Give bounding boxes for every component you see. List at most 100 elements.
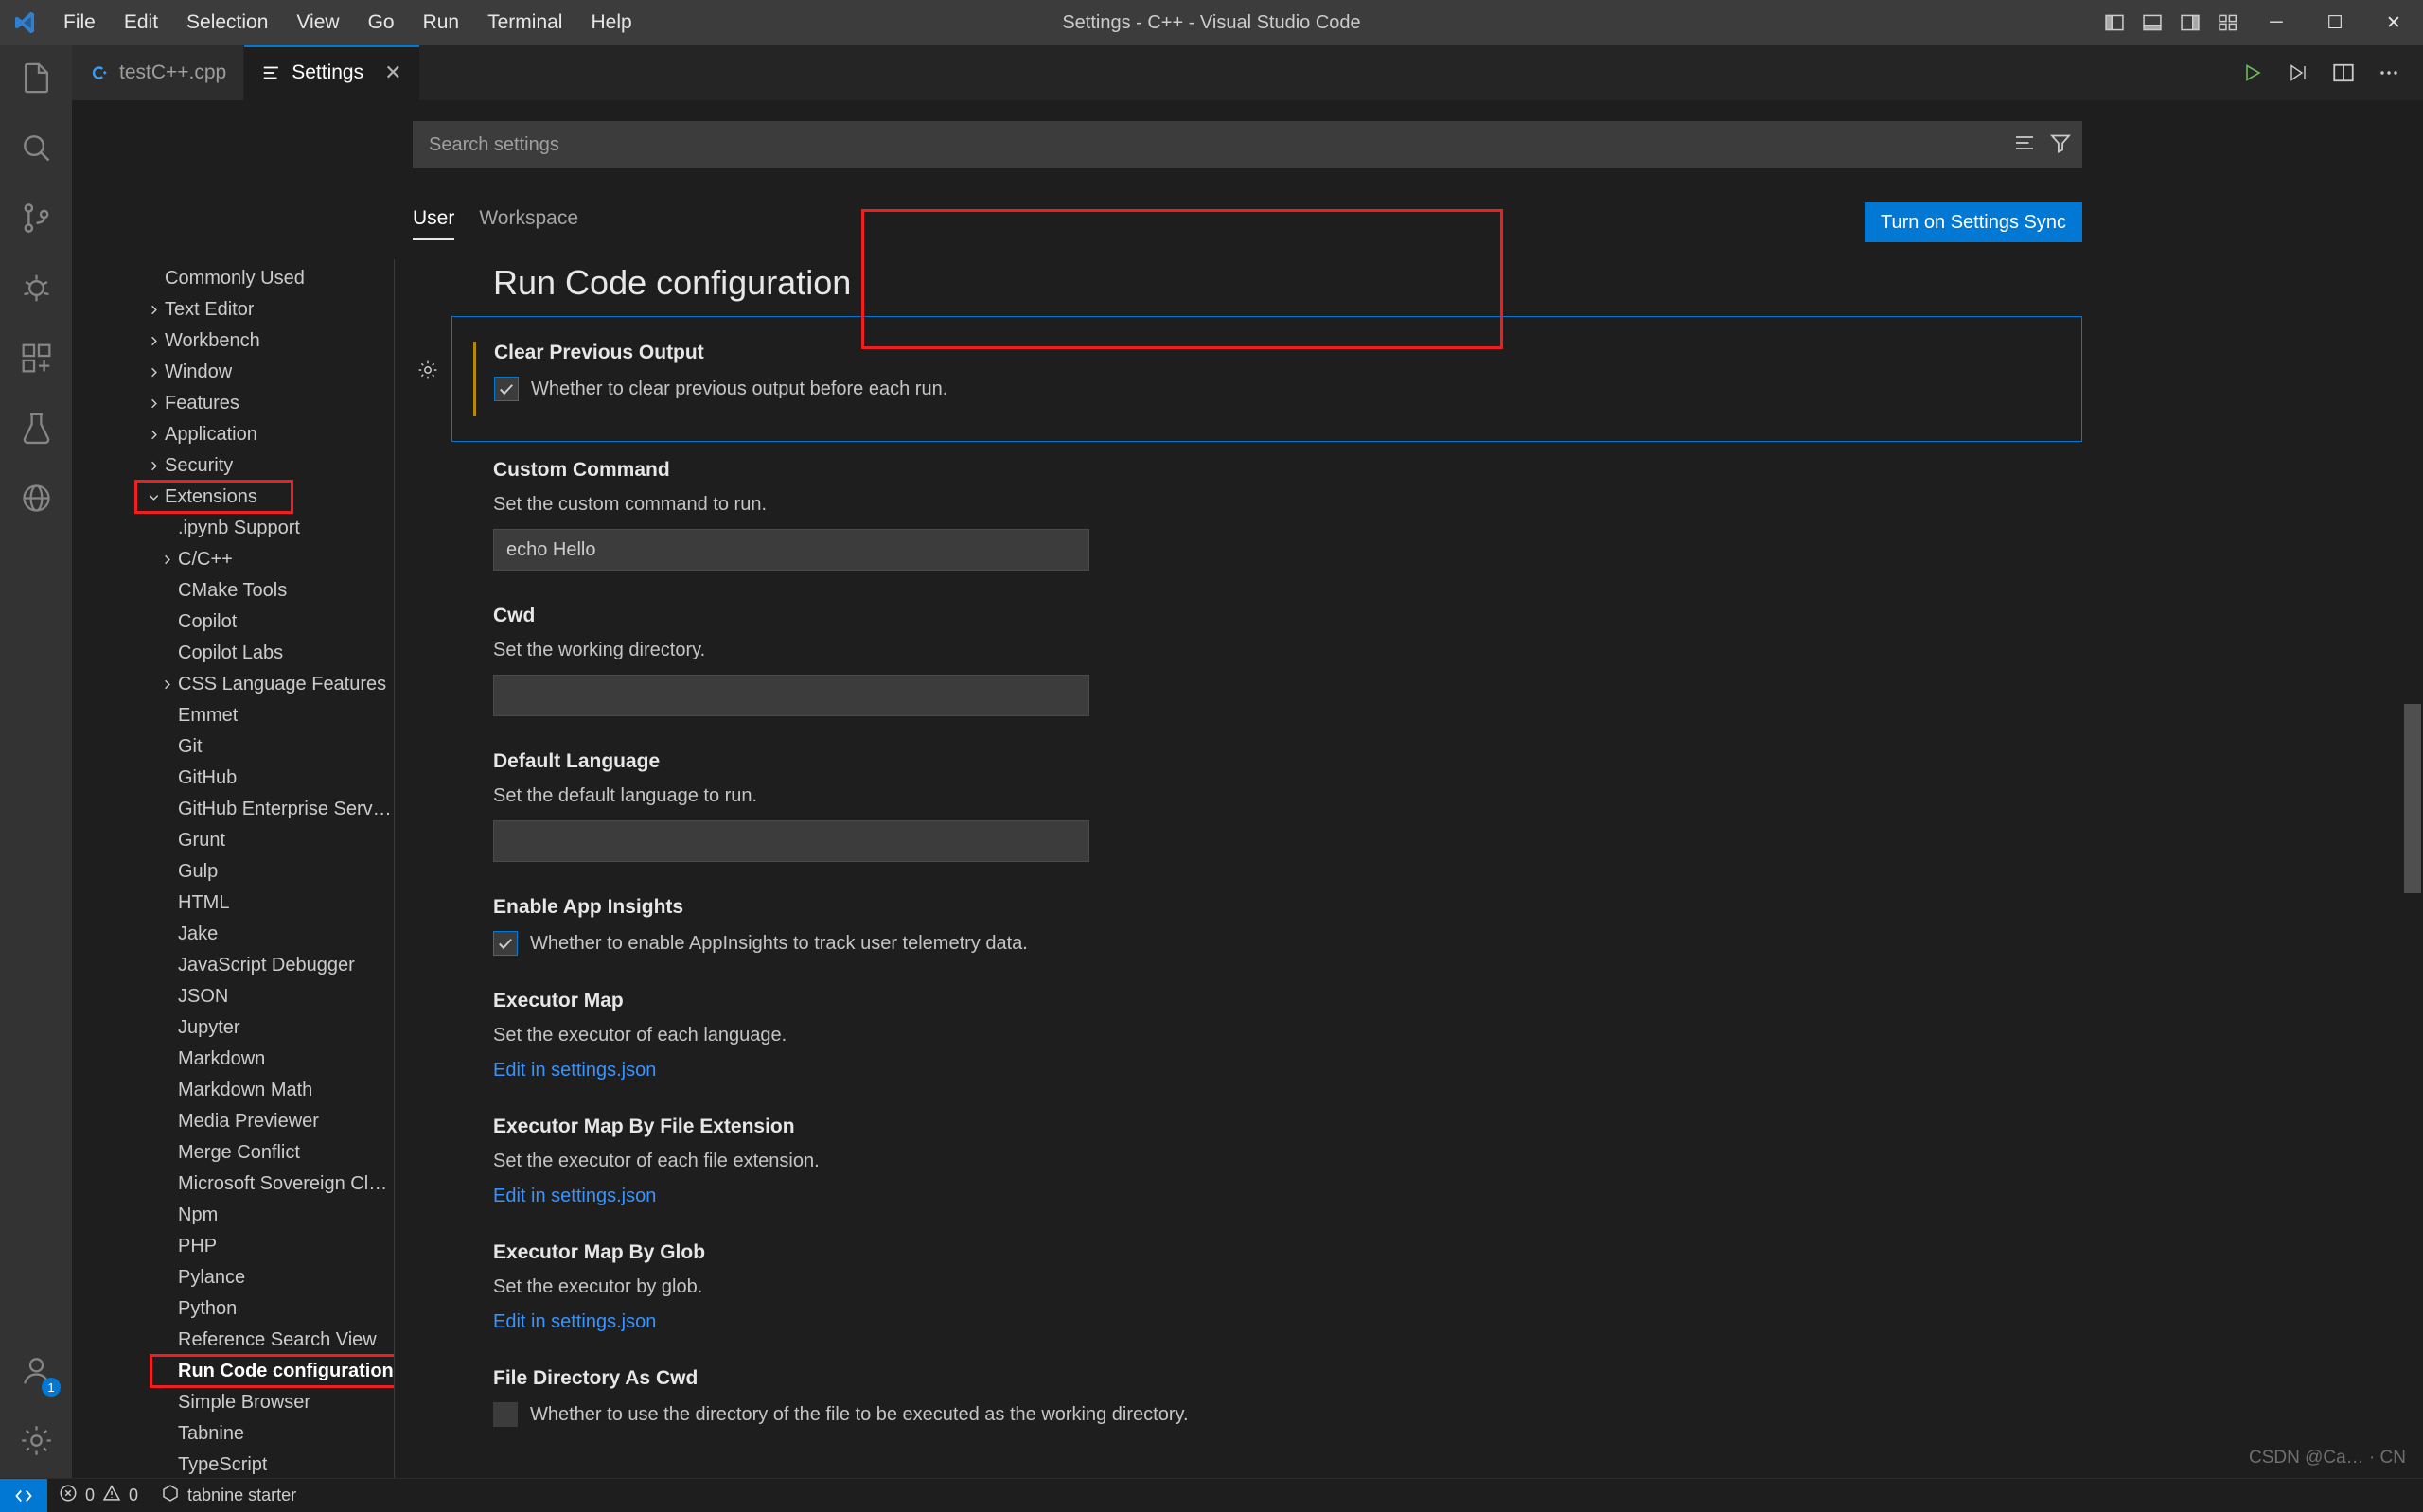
- settings-toc-item[interactable]: Npm: [142, 1200, 394, 1231]
- editor-tab-settings[interactable]: Settings ✕: [244, 45, 420, 100]
- checkbox-enable-app-insights[interactable]: [493, 931, 518, 956]
- menu-help[interactable]: Help: [576, 0, 646, 45]
- settings-toc-item[interactable]: Tabnine: [142, 1418, 394, 1450]
- chevron-right-icon[interactable]: [155, 677, 178, 692]
- ellipsis-icon[interactable]: [2368, 45, 2410, 100]
- chevron-right-icon[interactable]: [142, 303, 165, 317]
- setting-row-custom-command[interactable]: Custom Command Set the custom command to …: [451, 442, 2423, 588]
- setting-row-executor-map[interactable]: Executor Map Set the executor of each lan…: [451, 973, 2423, 1099]
- settings-toc-item[interactable]: Copilot: [142, 607, 394, 638]
- run-debug-icon[interactable]: [2277, 45, 2319, 100]
- remote-window-button[interactable]: [0, 1478, 47, 1512]
- activitybar-item-run-and-debug[interactable]: [0, 255, 72, 325]
- settings-toc-item[interactable]: Microsoft Sovereign Cloud: [142, 1169, 394, 1200]
- activitybar-item-source-control[interactable]: [0, 185, 72, 255]
- status-tabnine[interactable]: tabnine starter: [150, 1479, 308, 1512]
- layout-customize-icon[interactable]: [2209, 0, 2247, 45]
- settings-scrollbar[interactable]: [2402, 259, 2423, 1478]
- menu-go[interactable]: Go: [354, 0, 409, 45]
- close-icon[interactable]: ✕: [384, 61, 401, 85]
- settings-search-box[interactable]: [413, 121, 2082, 168]
- settings-toc-item[interactable]: TypeScript: [142, 1450, 394, 1478]
- settings-toc-item[interactable]: Commonly Used: [142, 263, 394, 294]
- settings-toc-item[interactable]: Merge Conflict: [142, 1137, 394, 1169]
- menu-view[interactable]: View: [282, 0, 353, 45]
- settings-scrollbar-thumb[interactable]: [2404, 704, 2421, 893]
- setting-row-executor-map-by-glob[interactable]: Executor Map By Glob Set the executor by …: [451, 1224, 2423, 1350]
- settings-toc-item[interactable]: GitHub: [142, 763, 394, 794]
- settings-toc-item[interactable]: CMake Tools: [142, 575, 394, 607]
- editor-tab-testcpp[interactable]: testC++.cpp: [72, 45, 245, 100]
- setting-row-enable-app-insights[interactable]: Enable App Insights Whether to enable App…: [451, 879, 2423, 973]
- edit-in-settings-json-link[interactable]: Edit in settings.json: [493, 1311, 656, 1332]
- activitybar-item-manage[interactable]: [0, 1408, 72, 1478]
- window-minimize-button[interactable]: ─: [2247, 0, 2306, 45]
- edit-in-settings-json-link[interactable]: Edit in settings.json: [493, 1060, 656, 1081]
- input-cwd[interactable]: [493, 675, 1089, 716]
- setting-row-clear-previous-output[interactable]: Clear Previous Output Whether to clear pr…: [418, 316, 2082, 442]
- settings-toc-item[interactable]: GitHub Enterprise Server Authen…: [142, 794, 394, 825]
- settings-toc-item[interactable]: Pylance: [142, 1262, 394, 1293]
- settings-toc-item[interactable]: Run Code configuration: [142, 1354, 394, 1388]
- menu-edit[interactable]: Edit: [110, 0, 172, 45]
- activitybar-item-explorer[interactable]: [0, 45, 72, 115]
- setting-row-default-language[interactable]: Default Language Set the default language…: [451, 733, 2423, 879]
- checkbox-file-directory-as-cwd[interactable]: [493, 1402, 518, 1427]
- chevron-right-icon[interactable]: [142, 396, 165, 411]
- setting-row-file-directory-as-cwd[interactable]: File Directory As Cwd Whether to use the …: [451, 1350, 2423, 1444]
- settings-toc-item[interactable]: Workbench: [142, 325, 394, 357]
- menu-selection[interactable]: Selection: [172, 0, 282, 45]
- settings-toc-item[interactable]: Media Previewer: [142, 1106, 394, 1137]
- settings-toc-item[interactable]: Grunt: [142, 825, 394, 856]
- settings-toc-item[interactable]: Security: [142, 450, 394, 482]
- input-default-language[interactable]: [493, 820, 1089, 862]
- menu-file[interactable]: File: [49, 0, 110, 45]
- status-problems[interactable]: 0 0: [47, 1479, 150, 1512]
- window-maximize-button[interactable]: ☐: [2306, 0, 2364, 45]
- chevron-right-icon[interactable]: [142, 459, 165, 473]
- filter-icon[interactable]: [2049, 132, 2072, 159]
- settings-toc-item[interactable]: Copilot Labs: [142, 638, 394, 669]
- settings-toc-item[interactable]: Markdown: [142, 1044, 394, 1075]
- activitybar-item-search[interactable]: [0, 115, 72, 185]
- activitybar-item-remote-explorer[interactable]: [0, 466, 72, 536]
- setting-gear-icon[interactable]: [416, 359, 439, 381]
- settings-toc-item[interactable]: Application: [142, 419, 394, 450]
- clear-filters-icon[interactable]: [2013, 132, 2036, 159]
- chevron-right-icon[interactable]: [142, 334, 165, 348]
- settings-toc-item[interactable]: Jake: [142, 919, 394, 950]
- settings-toc-item[interactable]: .ipynb Support: [142, 513, 394, 544]
- settings-toc-item[interactable]: Emmet: [142, 700, 394, 731]
- activitybar-item-testing[interactable]: [0, 396, 72, 466]
- menu-run[interactable]: Run: [409, 0, 474, 45]
- setting-checkbox-row[interactable]: Whether to clear previous output before …: [494, 377, 2081, 401]
- chevron-right-icon[interactable]: [142, 428, 165, 442]
- setting-row-cwd[interactable]: Cwd Set the working directory.: [451, 588, 2423, 733]
- layout-sidebar-left-icon[interactable]: [2096, 0, 2133, 45]
- settings-toc-item[interactable]: Git: [142, 731, 394, 763]
- setting-checkbox-row[interactable]: Whether to enable AppInsights to track u…: [493, 931, 2423, 956]
- settings-toc-item[interactable]: PHP: [142, 1231, 394, 1262]
- settings-toc-item[interactable]: Reference Search View: [142, 1325, 394, 1356]
- settings-toc-item[interactable]: Features: [142, 388, 394, 419]
- settings-toc-item[interactable]: HTML: [142, 888, 394, 919]
- settings-toc-item[interactable]: C/C++: [142, 544, 394, 575]
- settings-toc-item[interactable]: JavaScript Debugger: [142, 950, 394, 981]
- activitybar-item-extensions[interactable]: [0, 325, 72, 396]
- setting-checkbox-row[interactable]: Whether to use the directory of the file…: [493, 1402, 2423, 1427]
- run-icon[interactable]: [2232, 45, 2273, 100]
- search-input[interactable]: [429, 133, 2006, 156]
- settings-toc-item[interactable]: Gulp: [142, 856, 394, 888]
- layout-sidebar-right-icon[interactable]: [2171, 0, 2209, 45]
- settings-toc-item[interactable]: Extensions: [134, 480, 394, 514]
- setting-row-executor-map-by-file-extension[interactable]: Executor Map By File Extension Set the ex…: [451, 1099, 2423, 1224]
- settings-toc-item[interactable]: Markdown Math: [142, 1075, 394, 1106]
- menu-terminal[interactable]: Terminal: [473, 0, 576, 45]
- settings-toc-item[interactable]: CSS Language Features: [142, 669, 394, 700]
- settings-toc-item[interactable]: Python: [142, 1293, 394, 1325]
- chevron-right-icon[interactable]: [155, 553, 178, 567]
- settings-toc-item[interactable]: JSON: [142, 981, 394, 1012]
- chevron-down-icon[interactable]: [142, 490, 165, 504]
- split-editor-icon[interactable]: [2323, 45, 2364, 100]
- checkbox-clear-previous-output[interactable]: [494, 377, 519, 401]
